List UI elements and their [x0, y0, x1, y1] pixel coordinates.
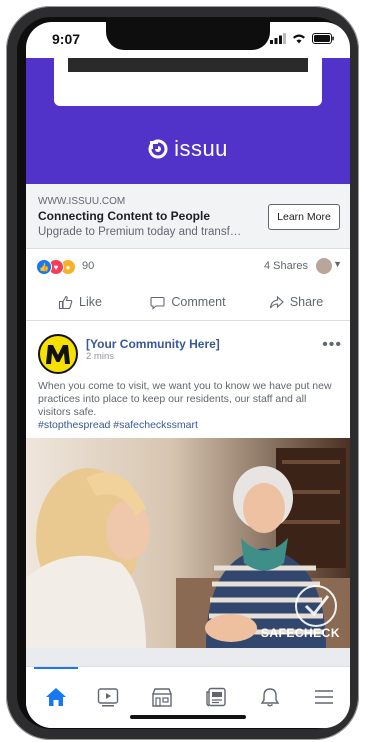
post-actions: Like Comment Share: [26, 284, 350, 321]
post-header: [Your Community Here] 2 mins •••: [26, 322, 350, 382]
photo-caregiver-and-resident: [26, 438, 350, 648]
share-button[interactable]: Share: [242, 284, 350, 320]
safecheck-badge: SAFECHECK: [260, 626, 340, 640]
laptop-illustration: [54, 58, 322, 106]
ad-link-preview[interactable]: WWW.ISSUU.COM Connecting Content to Peop…: [26, 184, 350, 249]
signal-icon: [270, 33, 286, 44]
home-icon[interactable]: [38, 679, 74, 715]
feed-divider: [26, 648, 350, 666]
post-hashtags[interactable]: #stopthespread #safecheckssmart: [38, 419, 198, 431]
notch: [106, 22, 270, 50]
post-body: When you come to visit, we want you to k…: [38, 380, 334, 432]
share-label: Share: [289, 295, 324, 309]
like-reaction-icon: 👍: [36, 259, 52, 275]
viewer-avatar: [316, 258, 332, 274]
ad-description: Upgrade to Premium today and transf…: [38, 226, 242, 238]
reaction-count: 90: [82, 260, 95, 272]
like-label: Like: [79, 295, 102, 309]
reaction-summary[interactable]: 👍 ♥ ● 90 4 Shares ▼: [26, 248, 350, 284]
status-time: 9:07: [52, 31, 81, 47]
video-icon[interactable]: [90, 679, 126, 715]
comment-button[interactable]: Comment: [134, 284, 242, 320]
community-logo-icon: [46, 345, 70, 364]
status-icons: [270, 33, 334, 44]
menu-icon[interactable]: [306, 679, 342, 715]
learn-more-button[interactable]: Learn More: [268, 204, 340, 230]
news-icon[interactable]: [198, 679, 234, 715]
issuu-logo-icon: [148, 139, 168, 159]
wifi-icon: [293, 34, 305, 44]
more-options-icon[interactable]: •••: [322, 336, 342, 354]
chevron-down-icon[interactable]: ▼: [333, 259, 342, 269]
page-name[interactable]: [Your Community Here]: [86, 337, 220, 351]
ad-hero-image[interactable]: issuu: [26, 58, 350, 184]
post-photo[interactable]: SAFECHECK: [26, 438, 350, 648]
issuu-logo: issuu: [26, 136, 350, 162]
active-tab-indicator: [34, 667, 78, 669]
ad-headline: Connecting Content to People: [38, 209, 210, 223]
like-button[interactable]: Like: [26, 284, 134, 320]
brand-name: issuu: [174, 136, 228, 161]
like-icon: [58, 295, 73, 309]
bell-icon[interactable]: [252, 679, 288, 715]
comment-icon: [150, 296, 165, 310]
share-icon: [269, 295, 284, 308]
shares-count[interactable]: 4 Shares: [264, 260, 308, 272]
post-body-text: When you come to visit, we want you to k…: [38, 380, 332, 418]
comment-label: Comment: [171, 295, 226, 309]
ad-url: WWW.ISSUU.COM: [38, 196, 126, 207]
battery-icon: [312, 33, 334, 44]
post-time: 2 mins: [86, 351, 114, 362]
marketplace-icon[interactable]: [144, 679, 180, 715]
home-indicator[interactable]: [130, 715, 246, 719]
page-avatar[interactable]: [38, 334, 78, 374]
screen: 9:07 issuu WWW.ISSUU.COM Connecting Cont…: [26, 22, 350, 728]
